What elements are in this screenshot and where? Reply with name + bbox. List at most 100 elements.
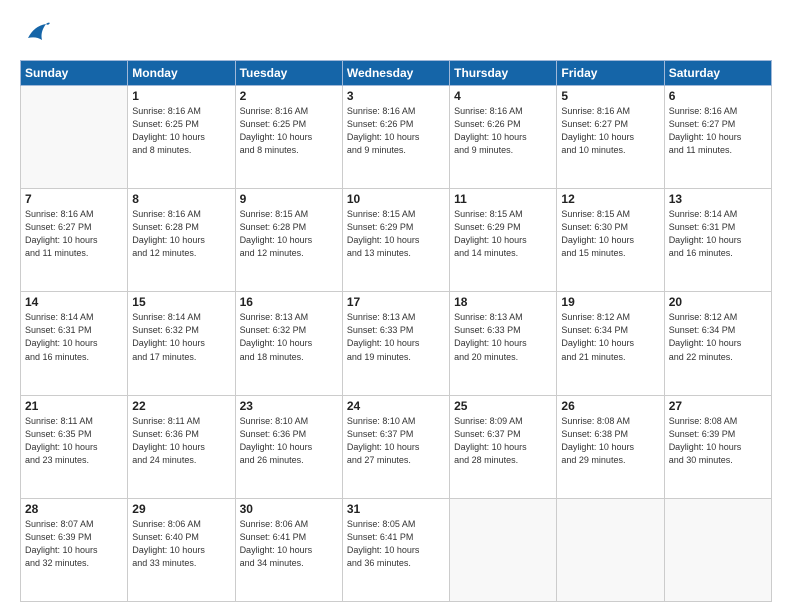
calendar-cell: 20 Sunrise: 8:12 AM Sunset: 6:34 PM Dayli… (664, 292, 771, 395)
weekday-header-monday: Monday (128, 61, 235, 86)
day-number: 9 (240, 192, 338, 206)
week-row-2: 7 Sunrise: 8:16 AM Sunset: 6:27 PM Daylig… (21, 189, 772, 292)
page: SundayMondayTuesdayWednesdayThursdayFrid… (0, 0, 792, 612)
day-info: Sunrise: 8:12 AM Sunset: 6:34 PM Dayligh… (561, 311, 659, 363)
week-row-4: 21Sunrise: 8:11 AM Sunset: 6:35 PM Dayli… (21, 395, 772, 498)
calendar-cell: 29Sunrise: 8:06 AM Sunset: 6:40 PM Dayli… (128, 498, 235, 601)
day-number: 19 (561, 295, 659, 309)
day-number: 16 (240, 295, 338, 309)
calendar-cell: 8 Sunrise: 8:16 AM Sunset: 6:28 PM Daylig… (128, 189, 235, 292)
day-info: Sunrise: 8:06 AM Sunset: 6:41 PM Dayligh… (240, 518, 338, 570)
day-info: Sunrise: 8:14 AM Sunset: 6:31 PM Dayligh… (25, 311, 123, 363)
day-number: 8 (132, 192, 230, 206)
calendar-cell: 28 Sunrise: 8:07 AM Sunset: 6:39 PM Dayli… (21, 498, 128, 601)
day-info: Sunrise: 8:15 AM Sunset: 6:29 PM Dayligh… (454, 208, 552, 260)
day-info: Sunrise: 8:16 AM Sunset: 6:27 PM Dayligh… (561, 105, 659, 157)
calendar-cell (450, 498, 557, 601)
day-info: Sunrise: 8:15 AM Sunset: 6:29 PM Dayligh… (347, 208, 445, 260)
day-info: Sunrise: 8:10 AM Sunset: 6:37 PM Dayligh… (347, 415, 445, 467)
calendar-cell: 24 Sunrise: 8:10 AM Sunset: 6:37 PM Dayli… (342, 395, 449, 498)
calendar-cell: 15Sunrise: 8:14 AM Sunset: 6:32 PM Dayli… (128, 292, 235, 395)
week-row-5: 28 Sunrise: 8:07 AM Sunset: 6:39 PM Dayli… (21, 498, 772, 601)
calendar-cell: 9Sunrise: 8:15 AM Sunset: 6:28 PM Daylig… (235, 189, 342, 292)
week-row-3: 14 Sunrise: 8:14 AM Sunset: 6:31 PM Dayli… (21, 292, 772, 395)
calendar-cell: 23 Sunrise: 8:10 AM Sunset: 6:36 PM Dayli… (235, 395, 342, 498)
day-number: 6 (669, 89, 767, 103)
day-number: 2 (240, 89, 338, 103)
weekday-header-sunday: Sunday (21, 61, 128, 86)
day-number: 3 (347, 89, 445, 103)
day-info: Sunrise: 8:13 AM Sunset: 6:32 PM Dayligh… (240, 311, 338, 363)
day-number: 24 (347, 399, 445, 413)
logo (20, 18, 54, 50)
weekday-header-tuesday: Tuesday (235, 61, 342, 86)
day-number: 28 (25, 502, 123, 516)
day-number: 27 (669, 399, 767, 413)
calendar-cell: 5 Sunrise: 8:16 AM Sunset: 6:27 PM Daylig… (557, 86, 664, 189)
day-info: Sunrise: 8:08 AM Sunset: 6:39 PM Dayligh… (669, 415, 767, 467)
calendar-cell: 22Sunrise: 8:11 AM Sunset: 6:36 PM Dayli… (128, 395, 235, 498)
day-info: Sunrise: 8:16 AM Sunset: 6:26 PM Dayligh… (347, 105, 445, 157)
calendar-cell: 12 Sunrise: 8:15 AM Sunset: 6:30 PM Dayli… (557, 189, 664, 292)
weekday-header-thursday: Thursday (450, 61, 557, 86)
calendar-cell: 16 Sunrise: 8:13 AM Sunset: 6:32 PM Dayli… (235, 292, 342, 395)
day-info: Sunrise: 8:09 AM Sunset: 6:37 PM Dayligh… (454, 415, 552, 467)
calendar-cell: 31Sunrise: 8:05 AM Sunset: 6:41 PM Dayli… (342, 498, 449, 601)
day-number: 10 (347, 192, 445, 206)
calendar-cell: 14 Sunrise: 8:14 AM Sunset: 6:31 PM Dayli… (21, 292, 128, 395)
day-info: Sunrise: 8:14 AM Sunset: 6:31 PM Dayligh… (669, 208, 767, 260)
day-info: Sunrise: 8:06 AM Sunset: 6:40 PM Dayligh… (132, 518, 230, 570)
weekday-header-friday: Friday (557, 61, 664, 86)
day-number: 17 (347, 295, 445, 309)
day-number: 25 (454, 399, 552, 413)
day-info: Sunrise: 8:16 AM Sunset: 6:28 PM Dayligh… (132, 208, 230, 260)
day-number: 4 (454, 89, 552, 103)
day-info: Sunrise: 8:16 AM Sunset: 6:27 PM Dayligh… (669, 105, 767, 157)
calendar-cell: 1Sunrise: 8:16 AM Sunset: 6:25 PM Daylig… (128, 86, 235, 189)
day-info: Sunrise: 8:15 AM Sunset: 6:30 PM Dayligh… (561, 208, 659, 260)
day-info: Sunrise: 8:10 AM Sunset: 6:36 PM Dayligh… (240, 415, 338, 467)
calendar-cell: 18 Sunrise: 8:13 AM Sunset: 6:33 PM Dayli… (450, 292, 557, 395)
day-info: Sunrise: 8:13 AM Sunset: 6:33 PM Dayligh… (347, 311, 445, 363)
calendar-cell: 13 Sunrise: 8:14 AM Sunset: 6:31 PM Dayli… (664, 189, 771, 292)
day-number: 23 (240, 399, 338, 413)
day-info: Sunrise: 8:07 AM Sunset: 6:39 PM Dayligh… (25, 518, 123, 570)
weekday-header-wednesday: Wednesday (342, 61, 449, 86)
day-info: Sunrise: 8:16 AM Sunset: 6:25 PM Dayligh… (240, 105, 338, 157)
calendar-cell: 2 Sunrise: 8:16 AM Sunset: 6:25 PM Daylig… (235, 86, 342, 189)
day-info: Sunrise: 8:16 AM Sunset: 6:26 PM Dayligh… (454, 105, 552, 157)
day-info: Sunrise: 8:12 AM Sunset: 6:34 PM Dayligh… (669, 311, 767, 363)
calendar-cell (664, 498, 771, 601)
day-info: Sunrise: 8:11 AM Sunset: 6:35 PM Dayligh… (25, 415, 123, 467)
day-info: Sunrise: 8:13 AM Sunset: 6:33 PM Dayligh… (454, 311, 552, 363)
calendar-cell: 25 Sunrise: 8:09 AM Sunset: 6:37 PM Dayli… (450, 395, 557, 498)
day-number: 14 (25, 295, 123, 309)
day-number: 7 (25, 192, 123, 206)
day-number: 12 (561, 192, 659, 206)
calendar-cell: 10 Sunrise: 8:15 AM Sunset: 6:29 PM Dayli… (342, 189, 449, 292)
day-number: 15 (132, 295, 230, 309)
day-number: 30 (240, 502, 338, 516)
calendar-cell (557, 498, 664, 601)
day-number: 1 (132, 89, 230, 103)
week-row-1: 1 Sunrise: 8:16 AM Sunset: 6:25 PM Daylig… (21, 86, 772, 189)
day-number: 18 (454, 295, 552, 309)
calendar-cell: 21Sunrise: 8:11 AM Sunset: 6:35 PM Dayli… (21, 395, 128, 498)
calendar-cell: 27 Sunrise: 8:08 AM Sunset: 6:39 PM Dayli… (664, 395, 771, 498)
calendar-cell: 26 Sunrise: 8:08 AM Sunset: 6:38 PM Dayli… (557, 395, 664, 498)
day-number: 22 (132, 399, 230, 413)
day-info: Sunrise: 8:05 AM Sunset: 6:41 PM Dayligh… (347, 518, 445, 570)
day-number: 26 (561, 399, 659, 413)
calendar-cell: 17 Sunrise: 8:13 AM Sunset: 6:33 PM Dayli… (342, 292, 449, 395)
calendar-cell: 19 Sunrise: 8:12 AM Sunset: 6:34 PM Dayli… (557, 292, 664, 395)
logo-icon (20, 18, 52, 50)
calendar: SundayMondayTuesdayWednesdayThursdayFrid… (20, 60, 772, 602)
day-info: Sunrise: 8:08 AM Sunset: 6:38 PM Dayligh… (561, 415, 659, 467)
calendar-cell: 11Sunrise: 8:15 AM Sunset: 6:29 PM Dayli… (450, 189, 557, 292)
day-number: 5 (561, 89, 659, 103)
day-info: Sunrise: 8:16 AM Sunset: 6:27 PM Dayligh… (25, 208, 123, 260)
day-number: 13 (669, 192, 767, 206)
calendar-cell: 3 Sunrise: 8:16 AM Sunset: 6:26 PM Daylig… (342, 86, 449, 189)
weekday-header-saturday: Saturday (664, 61, 771, 86)
day-number: 20 (669, 295, 767, 309)
